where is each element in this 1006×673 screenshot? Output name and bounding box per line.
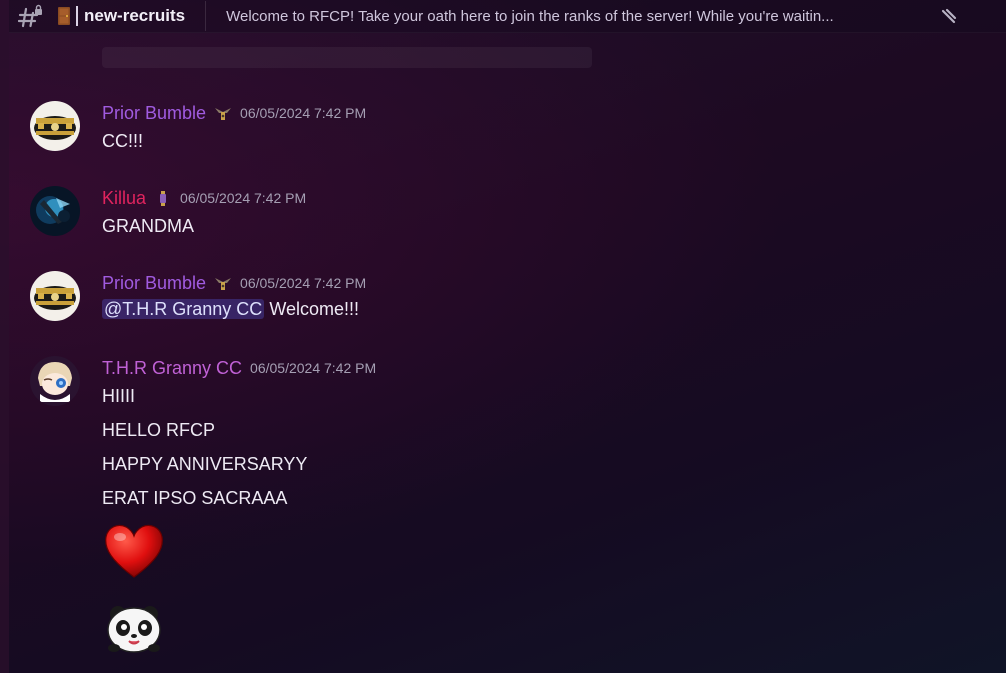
panda-emoji[interactable] [102,596,166,660]
avatar[interactable] [30,271,80,321]
message-header: Prior Bumble 06/05/2024 7:42 PM [102,101,366,125]
channel-name: new-recruits [84,6,186,25]
channel-topic[interactable]: Welcome to RFCP! Take your oath here to … [226,8,938,25]
avatar[interactable] [30,186,80,236]
threads-icon[interactable] [938,0,960,32]
message-header: Prior Bumble 06/05/2024 7:42 PM [102,271,366,295]
message: Killua 06/05/2024 7:42 PM GRANDMA [30,186,980,246]
channel-header: new-recruits Welcome to RFCP! Take your … [9,0,1006,33]
role-icon[interactable] [214,104,232,122]
message-text-rest: Welcome!!! [269,299,360,319]
previous-message-placeholder [102,47,592,68]
timestamp: 06/05/2024 7:42 PM [180,190,307,206]
role-icon[interactable] [154,189,172,207]
message: Prior Bumble 06/05/2024 7:42 PM @T.H.R G… [30,271,980,331]
message: T.H.R Granny CC 06/05/2024 7:42 PM HIIII… [30,356,980,656]
username[interactable]: Prior Bumble [102,273,206,294]
username[interactable]: Killua [102,188,146,209]
message-text: CC!!! [102,131,144,151]
left-edge [0,0,9,673]
timestamp: 06/05/2024 7:42 PM [240,105,367,121]
message-text: HAPPY ANNIVERSARYY [102,454,308,474]
message: Prior Bumble 06/05/2024 7:42 PM CC!!! [30,101,980,161]
message-text: @T.H.R Granny CC Welcome!!! [102,299,359,320]
message-text: HIIII [102,386,136,406]
message-header: Killua 06/05/2024 7:42 PM [102,186,306,210]
timestamp: 06/05/2024 7:42 PM [240,275,367,291]
timestamp: 06/05/2024 7:42 PM [250,360,377,376]
door-emoji-icon [57,6,71,26]
user-mention[interactable]: @T.H.R Granny CC [102,299,265,319]
name-divider [76,6,78,26]
header-separator [205,1,207,31]
role-icon[interactable] [214,274,232,292]
message-text: ERAT IPSO SACRAAA [102,488,288,508]
username[interactable]: Prior Bumble [102,103,206,124]
message-header: T.H.R Granny CC 06/05/2024 7:42 PM [102,356,376,380]
avatar[interactable] [30,101,80,151]
message-text: GRANDMA [102,216,195,236]
message-text: HELLO RFCP [102,420,216,440]
username[interactable]: T.H.R Granny CC [102,358,242,379]
avatar[interactable] [30,356,80,406]
locked-channel-icon [9,0,53,32]
red-heart-emoji[interactable] [102,519,166,583]
